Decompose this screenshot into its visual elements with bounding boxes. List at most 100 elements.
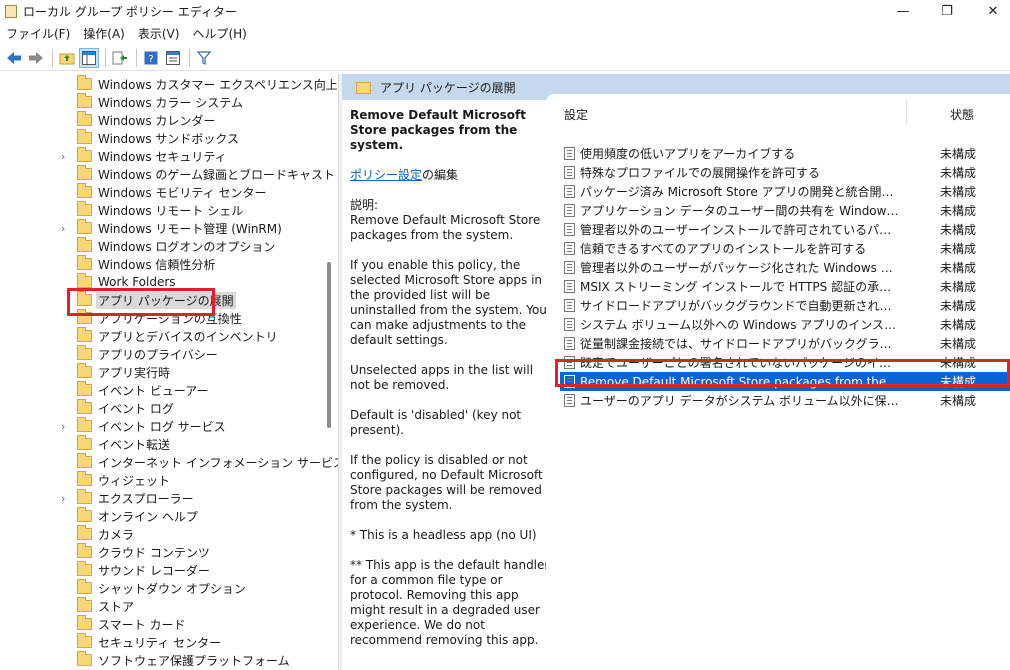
setting-row[interactable]: 従量制課金接続では、サイドロードアプリがバックグラウンドで自動更... 未構成 xyxy=(560,334,1010,353)
policy-setting-icon xyxy=(564,166,575,179)
tree-item[interactable]: › Windows リモート管理 (WinRM) xyxy=(0,219,322,237)
setting-name: パッケージ済み Microsoft Store アプリの開発と統合開発環境 (I… xyxy=(580,185,900,199)
tree-item[interactable]: ストア xyxy=(0,597,322,615)
tree-item[interactable]: Windows モビリティ センター xyxy=(0,183,322,201)
setting-row[interactable]: システム ボリューム以外への Windows アプリのインストールを無効に...… xyxy=(560,315,1010,334)
forward-arrow-icon[interactable] xyxy=(26,48,46,68)
description-text: Remove Default Microsoft Store packages … xyxy=(350,213,541,242)
tree-item-label: Windows カラー システム xyxy=(98,95,243,110)
setting-row[interactable]: 使用頻度の低いアプリをアーカイブする 未構成 xyxy=(560,144,1010,163)
tree-item[interactable]: イベント転送 xyxy=(0,435,322,453)
export-list-icon[interactable] xyxy=(110,48,130,68)
tree-item[interactable]: Windows リモート シェル xyxy=(0,201,322,219)
folder-icon xyxy=(77,633,92,648)
chevron-right-icon[interactable]: › xyxy=(61,420,69,433)
tree-item[interactable]: Windows サンドボックス xyxy=(0,129,322,147)
menu-view[interactable]: 表示(V) xyxy=(138,25,180,42)
tree-item-label: サウンド レコーダー xyxy=(98,563,210,578)
tree-item[interactable]: カメラ xyxy=(0,525,322,543)
folder-icon xyxy=(77,363,92,378)
folder-icon xyxy=(77,597,92,612)
tree-item[interactable]: オンライン ヘルプ xyxy=(0,507,322,525)
tree-item[interactable]: アプリとデバイスのインベントリ xyxy=(0,327,322,345)
tree-item-label: Windows リモート シェル xyxy=(98,203,244,218)
settings-list: 設定 状態 使用頻度の低いアプリをアーカイブする 未構成 特殊なプロファイルでの展開… xyxy=(546,94,1010,670)
column-header-setting[interactable]: 設定 xyxy=(564,106,588,123)
tree-item[interactable]: Windows 信頼性分析 xyxy=(0,255,322,273)
up-folder-icon[interactable] xyxy=(57,48,77,68)
column-divider[interactable] xyxy=(906,100,907,124)
setting-row[interactable]: パッケージ済み Microsoft Store アプリの開発と統合開発環境 (I… xyxy=(560,182,1010,201)
tree-scrollbar[interactable] xyxy=(327,262,331,428)
edit-policy-link[interactable]: ポリシー設定 xyxy=(350,168,422,182)
chevron-right-icon[interactable]: › xyxy=(61,222,69,235)
tree-item-label: シャットダウン オプション xyxy=(98,581,246,596)
tree-item[interactable]: クラウド コンテンツ xyxy=(0,543,322,561)
show-hide-tree-icon[interactable] xyxy=(79,47,99,68)
chevron-right-icon[interactable]: › xyxy=(61,492,69,505)
menu-file[interactable]: ファイル(F) xyxy=(6,25,70,42)
setting-name: 特殊なプロファイルでの展開操作を許可する xyxy=(580,166,821,180)
setting-row[interactable]: 信頼できるすべてのアプリのインストールを許可する 未構成 xyxy=(560,239,1010,258)
svg-text:?: ? xyxy=(148,54,153,65)
setting-row[interactable]: 特殊なプロファイルでの展開操作を許可する 未構成 xyxy=(560,163,1010,182)
folder-icon xyxy=(77,453,92,468)
policy-setting-icon xyxy=(564,242,575,255)
filter-icon[interactable] xyxy=(194,48,214,68)
column-header-state[interactable]: 状態 xyxy=(950,106,974,123)
policy-setting-icon xyxy=(564,280,575,293)
description-paragraph: ** This app is the default handler for a… xyxy=(350,558,550,647)
setting-name: ユーザーのアプリ データがシステム ボリューム以外に保存されないように... xyxy=(580,394,900,408)
tree-item-label: アプリのプライバシー xyxy=(98,347,218,362)
tree-item[interactable]: › イベント ログ サービス xyxy=(0,417,322,435)
tree-item-label: イベント ログ サービス xyxy=(98,419,226,434)
tree-item[interactable]: › エクスプローラー xyxy=(0,489,322,507)
tree-item[interactable]: セキュリティ センター xyxy=(0,633,322,651)
policy-setting-icon xyxy=(564,261,575,274)
setting-row[interactable]: 管理者以外のユーザーがパッケージ化された Windows アプリをイン... 未構… xyxy=(560,258,1010,277)
tree-item[interactable]: スマート カード xyxy=(0,615,322,633)
tree-item[interactable]: アプリ実行時 xyxy=(0,363,322,381)
tree-item[interactable]: › Windows セキュリティ xyxy=(0,147,322,165)
setting-row[interactable]: サイドロードアプリがバックグラウンドで自動更新されることを許可しない 未構成 xyxy=(560,296,1010,315)
tree-item[interactable]: シャットダウン オプション xyxy=(0,579,322,597)
back-arrow-icon[interactable] xyxy=(4,48,24,68)
setting-row[interactable]: ユーザーのアプリ データがシステム ボリューム以外に保存されないように... 未構… xyxy=(560,391,1010,410)
maximize-button[interactable]: ❐ xyxy=(932,0,962,22)
chevron-right-icon[interactable]: › xyxy=(61,150,69,163)
tree-item[interactable]: インターネット インフォメーション サービス xyxy=(0,453,338,471)
tree-item[interactable]: Windows カスタマー エクスペリエンス向上プログ xyxy=(0,75,338,93)
tree-item[interactable]: アプリのプライバシー xyxy=(0,345,322,363)
tree-item[interactable]: ソフトウェア保護プラットフォーム xyxy=(0,651,322,669)
setting-row[interactable]: MSIX ストリーミング インストールで HTTPS 認証の承認済みドメインを.… xyxy=(560,277,1010,296)
policy-setting-icon xyxy=(564,204,575,217)
tree-item[interactable]: Windows ログオンのオプション xyxy=(0,237,322,255)
tree-item-label: カメラ xyxy=(98,527,135,542)
menu-action[interactable]: 操作(A) xyxy=(83,25,125,42)
description-paragraph: Default is 'disabled' (key not present). xyxy=(350,408,522,437)
tree-item[interactable]: サウンド レコーダー xyxy=(0,561,322,579)
minimize-button[interactable]: — xyxy=(888,0,918,22)
help-icon[interactable]: ? xyxy=(141,48,161,68)
tree-item[interactable]: Windows カレンダー xyxy=(0,111,322,129)
close-button[interactable]: ✕ xyxy=(978,0,1008,22)
setting-row[interactable]: アプリケーション データのユーザー間の共有を Windows アプリに許可...… xyxy=(560,201,1010,220)
tree-item[interactable]: Windows カラー システム xyxy=(0,93,322,111)
policy-setting-icon xyxy=(564,185,575,198)
tree-item[interactable]: イベント ビューアー xyxy=(0,381,322,399)
folder-icon xyxy=(77,147,92,162)
tree-item[interactable]: Windows のゲーム録画とブロードキャスト xyxy=(0,165,335,183)
setting-state: 未構成 xyxy=(940,337,977,351)
properties-icon[interactable] xyxy=(163,48,183,68)
tree-item[interactable]: イベント ログ xyxy=(0,399,322,417)
menu-help[interactable]: ヘルプ(H) xyxy=(192,25,246,42)
tree-item[interactable]: ウィジェット xyxy=(0,471,322,489)
folder-icon xyxy=(356,82,371,94)
setting-row[interactable]: 管理者以外のユーザーインストールで許可されているパッケージ ファミ... 未構成 xyxy=(560,220,1010,239)
folder-icon xyxy=(77,561,92,576)
app-icon xyxy=(5,4,17,18)
tree-item-label: セキュリティ センター xyxy=(98,635,222,650)
setting-state: 未構成 xyxy=(940,318,977,332)
setting-state: 未構成 xyxy=(940,185,977,199)
folder-icon xyxy=(77,345,92,360)
